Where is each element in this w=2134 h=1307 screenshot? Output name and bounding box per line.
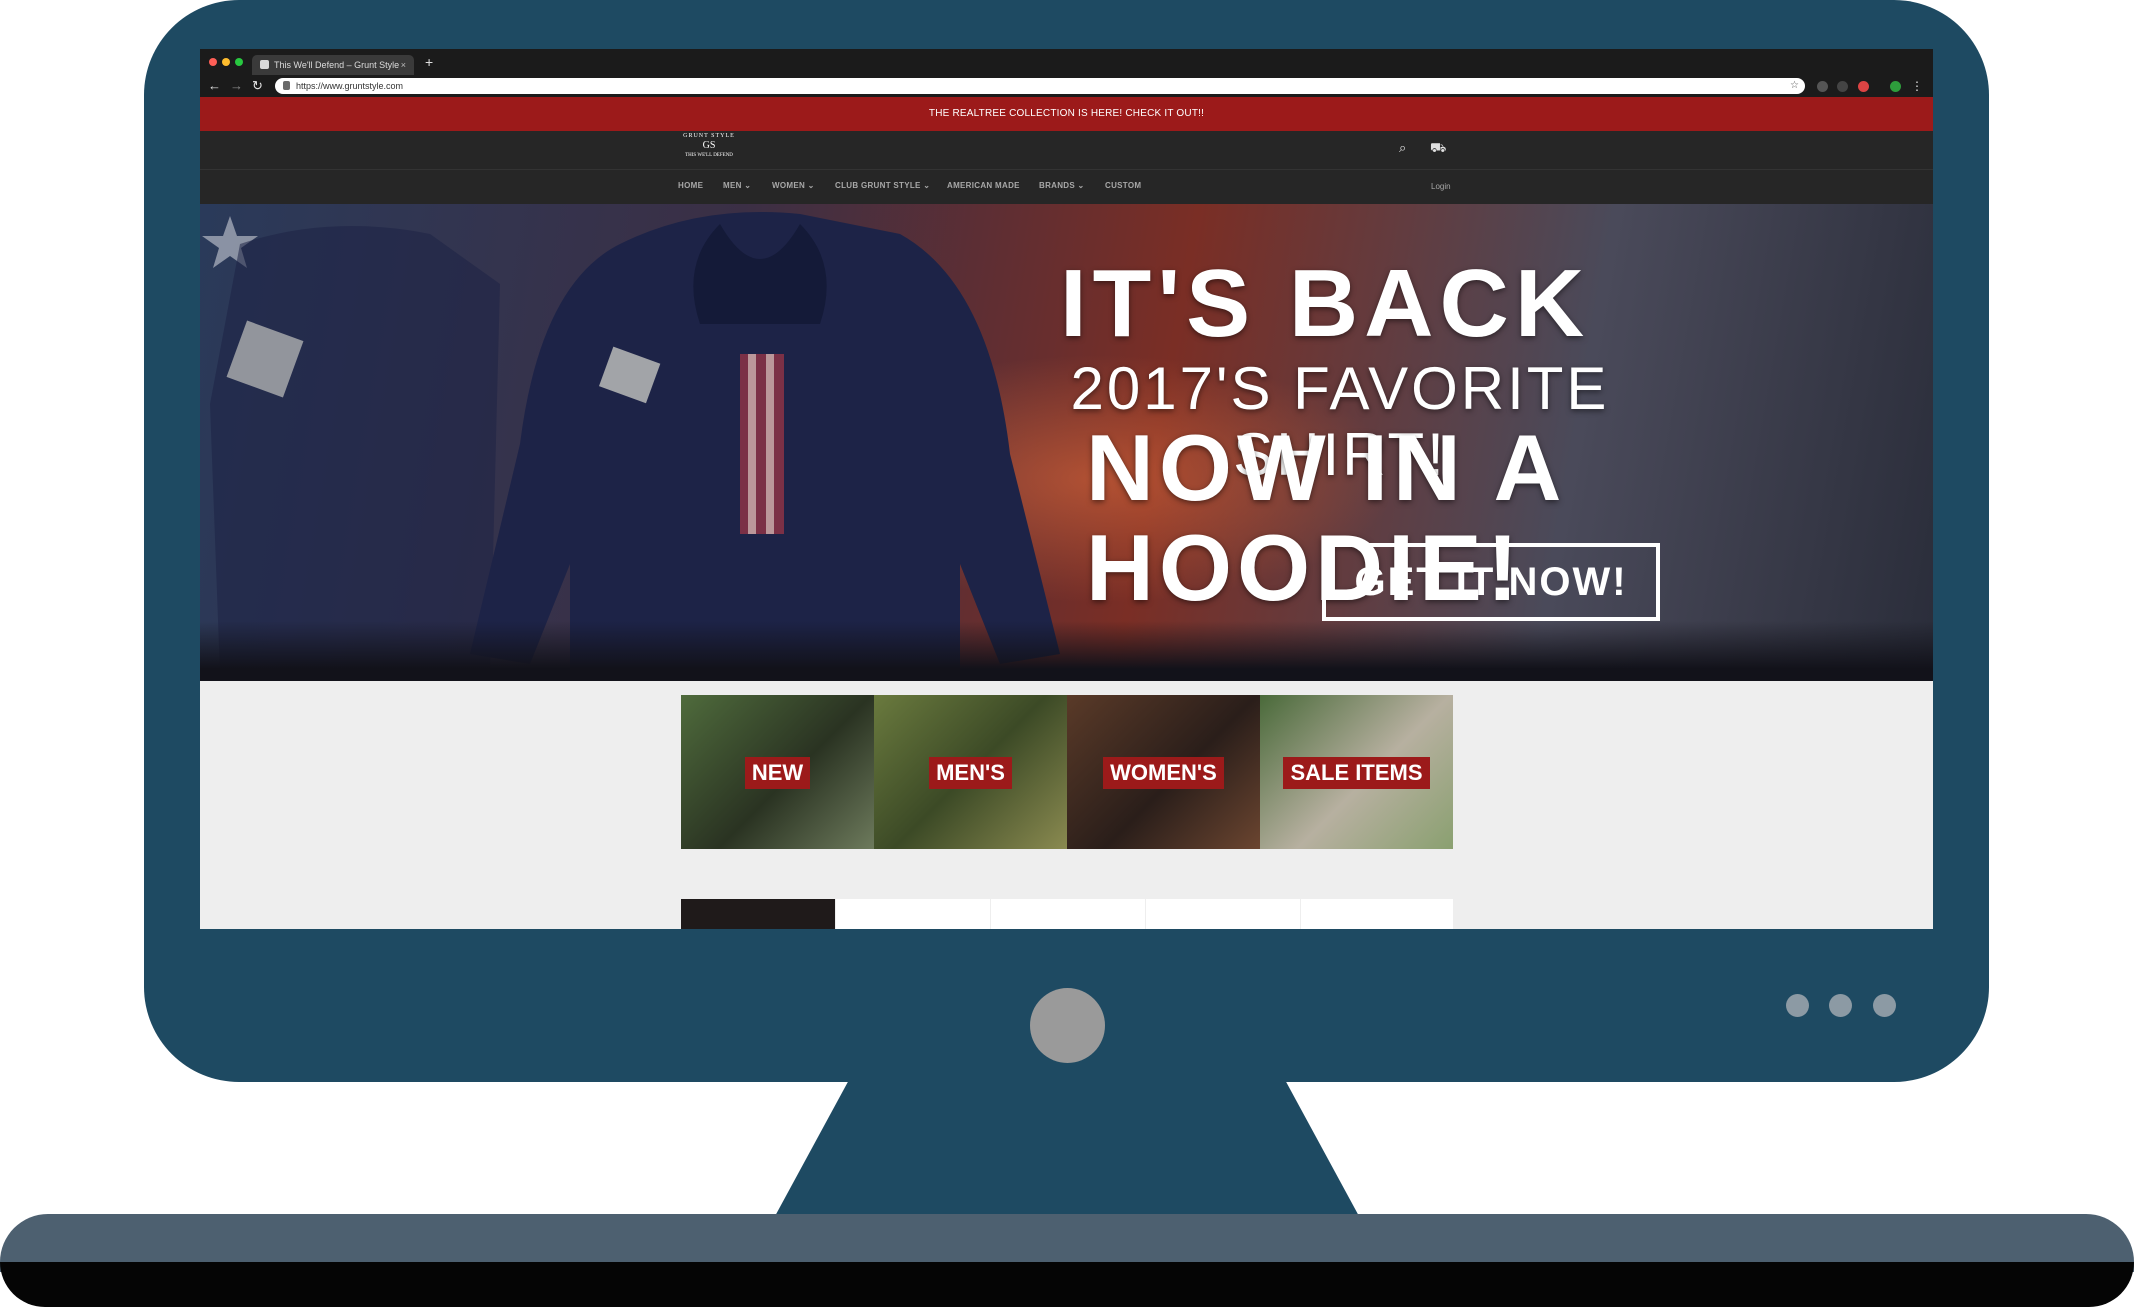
product-card[interactable] (1301, 899, 1453, 929)
favicon-icon (260, 60, 269, 69)
hero-banner[interactable]: IT'S BACK 2017'S FAVORITE SHIRT! NOW IN … (200, 204, 1933, 681)
browser-tab-bar: This We'll Defend – Grunt Style × + (200, 49, 1933, 75)
extension-icon[interactable] (1817, 81, 1828, 92)
indicator-light (1873, 994, 1896, 1017)
address-bar[interactable]: https://www.gruntstyle.com ☆ (275, 78, 1805, 94)
background-hoodie (210, 226, 500, 674)
product-card[interactable] (836, 899, 990, 929)
extension-icon[interactable] (1858, 81, 1869, 92)
get-it-now-button[interactable]: GET IT NOW! (1322, 543, 1660, 621)
minimize-window-icon[interactable] (222, 58, 230, 66)
close-window-icon[interactable] (209, 58, 217, 66)
category-label-wrap: MEN'S (874, 757, 1067, 789)
browser-screen: This We'll Defend – Grunt Style × + ← → … (200, 49, 1933, 929)
nav-item-home[interactable]: HOME (678, 181, 703, 190)
product-card[interactable] (1146, 899, 1300, 929)
category-label: SALE ITEMS (1283, 757, 1430, 789)
reload-icon[interactable]: ↻ (252, 77, 263, 95)
browser-toolbar: ← → ↻ https://www.gruntstyle.com ☆ ⋮ (200, 75, 1933, 97)
category-tile-womens[interactable]: WOMEN'S (1067, 695, 1260, 849)
lock-icon (283, 81, 290, 90)
product-card[interactable] (681, 899, 835, 929)
category-label-wrap: WOMEN'S (1067, 757, 1260, 789)
logo-monogram: GS (702, 140, 716, 151)
indicator-light (1786, 994, 1809, 1017)
category-tile-mens[interactable]: MEN'S (874, 695, 1067, 849)
grunt-style-logo[interactable]: GRUNT STYLE GS THIS WE'LL DEFEND (680, 133, 738, 165)
search-icon[interactable]: ⌕ (1399, 140, 1406, 156)
nav-item-american-made[interactable]: AMERICAN MADE (947, 181, 1020, 190)
bookmark-star-icon[interactable]: ☆ (1790, 78, 1799, 94)
nav-item-custom[interactable]: CUSTOM (1105, 181, 1141, 190)
flag-stripe-white (748, 354, 756, 534)
logo-top-text: GRUNT STYLE (683, 133, 735, 139)
category-label-wrap: SALE ITEMS (1260, 757, 1453, 789)
indicator-light (1829, 994, 1852, 1017)
promo-text: THE REALTREE COLLECTION IS HERE! CHECK I… (928, 108, 1205, 119)
monitor-base-shadow (0, 1262, 2134, 1307)
logo-tagline: THIS WE'LL DEFEND (685, 153, 733, 158)
nav-item-men[interactable]: MEN ⌄ (723, 181, 751, 190)
login-link[interactable]: Login (1431, 182, 1451, 191)
nav-item-women[interactable]: WOMEN ⌄ (772, 181, 815, 190)
maximize-window-icon[interactable] (235, 58, 243, 66)
profile-avatar[interactable] (1890, 81, 1901, 92)
main-navigation: HOME MEN ⌄ WOMEN ⌄ CLUB GRUNT STYLE ⌄ AM… (200, 169, 1933, 204)
tab-close-icon[interactable]: × (401, 55, 406, 75)
category-label: MEN'S (929, 757, 1012, 789)
product-card[interactable] (991, 899, 1145, 929)
flag-stripes (740, 354, 784, 534)
extension-icon[interactable] (1837, 81, 1848, 92)
category-label: WOMEN'S (1103, 757, 1224, 789)
new-tab-icon[interactable]: + (425, 54, 433, 70)
grass-silhouette (200, 621, 1933, 681)
category-tile-sale[interactable]: SALE ITEMS (1260, 695, 1453, 849)
url-text: https://www.gruntstyle.com (296, 81, 404, 91)
tab-title: This We'll Defend – Grunt Style (274, 60, 400, 70)
back-icon[interactable]: ← (208, 77, 221, 95)
nav-item-brands[interactable]: BRANDS ⌄ (1039, 181, 1085, 190)
category-label: NEW (744, 757, 811, 789)
cart-icon[interactable]: ⛟ (1430, 140, 1446, 158)
category-label-wrap: NEW (681, 757, 874, 789)
browser-tab[interactable]: This We'll Defend – Grunt Style × (252, 55, 414, 75)
hero-headline: IT'S BACK (1060, 250, 1591, 357)
site-header: GRUNT STYLE GS THIS WE'LL DEFEND ⌕ ⛟ (200, 131, 1933, 169)
promo-banner[interactable]: THE REALTREE COLLECTION IS HERE! CHECK I… (200, 97, 1933, 131)
category-tile-new[interactable]: NEW (681, 695, 874, 849)
flag-stripe-white (766, 354, 774, 534)
monitor-neck (774, 1078, 1360, 1218)
power-button (1030, 988, 1105, 1063)
forward-icon[interactable]: → (230, 77, 243, 95)
browser-menu-icon[interactable]: ⋮ (1911, 77, 1923, 95)
nav-item-club-grunt-style[interactable]: CLUB GRUNT STYLE ⌄ (835, 181, 930, 190)
